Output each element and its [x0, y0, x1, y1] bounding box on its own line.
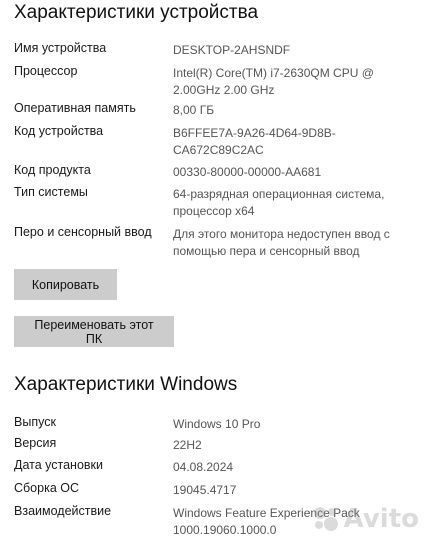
processor-value: Intel(R) Core(TM) i7-2630QM CPU @ 2.00GH…	[173, 66, 374, 97]
rename-pc-button[interactable]: Переименовать этот ПК	[14, 316, 174, 347]
watermark-text: Avito	[343, 504, 419, 534]
install-date-label: Дата установки	[14, 458, 103, 472]
edition-value: Windows 10 Pro	[173, 417, 261, 431]
ram-label: Оперативная память	[14, 101, 136, 115]
edition-label: Выпуск	[14, 415, 56, 429]
pen-touch-label: Перо и сенсорный ввод	[14, 225, 152, 239]
product-id-value: 00330-80000-00000-AA681	[173, 165, 322, 179]
avito-watermark: Avito	[311, 504, 419, 534]
avito-logo-icon	[313, 507, 338, 531]
os-build-label: Сборка ОС	[14, 481, 80, 495]
product-id-label: Код продукта	[14, 163, 91, 177]
ram-value: 8,00 ГБ	[173, 103, 215, 117]
copy-button[interactable]: Копировать	[14, 269, 117, 300]
install-date-value: 04.08.2024	[173, 460, 234, 474]
device-name-value: DESKTOP-2AHSNDF	[173, 43, 291, 57]
processor-label: Процессор	[14, 64, 78, 78]
experience-label: Взаимодействие	[14, 504, 112, 518]
version-value: 22H2	[173, 438, 202, 452]
system-type-label: Тип системы	[14, 185, 88, 199]
device-id-label: Код устройства	[14, 124, 104, 138]
pen-touch-value: Для этого монитора недоступен ввод с пом…	[173, 227, 390, 258]
device-id-value: B6FFEE7A-9A26-4D64-9D8B- CA672C89C2AC	[173, 126, 336, 157]
os-build-value: 19045.4717	[173, 483, 237, 497]
version-label: Версия	[14, 436, 57, 450]
device-name-label: Имя устройства	[14, 41, 107, 55]
windows-section-title: Характеристики Windows	[14, 374, 238, 395]
device-section-title: Характеристики устройства	[14, 2, 259, 23]
system-type-value: 64-разрядная операционная система, проце…	[173, 187, 385, 218]
